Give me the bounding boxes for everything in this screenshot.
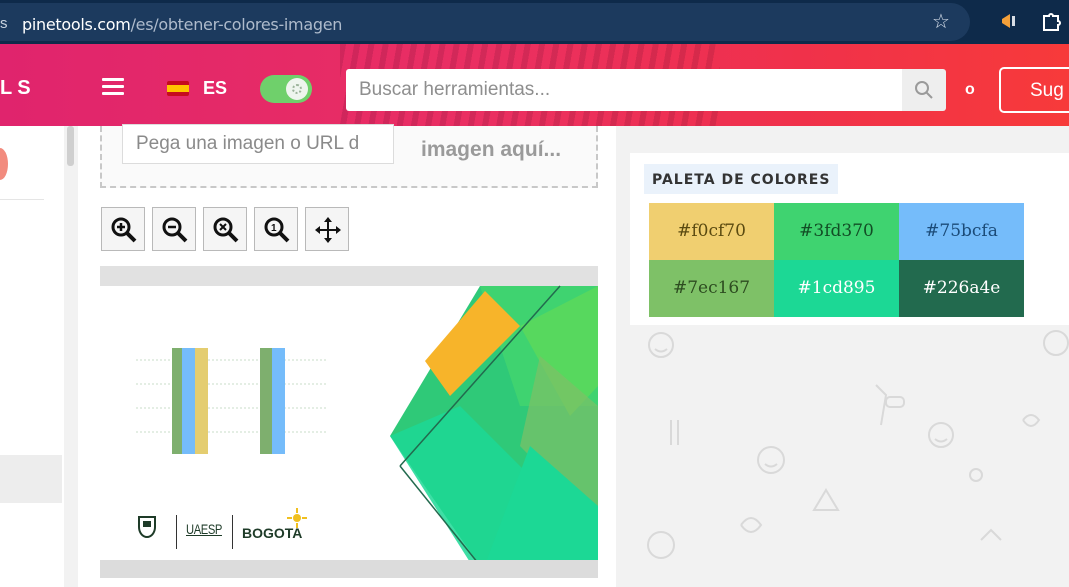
color-swatch[interactable]: #3fd370 [774, 203, 899, 260]
site-logo-fragment[interactable]: LS [0, 77, 36, 100]
image-preview[interactable] [100, 266, 598, 578]
search-input[interactable] [346, 69, 902, 111]
search-button[interactable] [902, 69, 946, 111]
bogota-shield-icon [138, 516, 156, 538]
dropzone-label: imagen aquí... [421, 138, 562, 161]
color-swatch[interactable]: #f0cf70 [649, 203, 774, 260]
stripe-group-left [136, 348, 328, 454]
extension-icon[interactable] [1000, 12, 1018, 30]
zoom-actual-button[interactable]: 1 [254, 207, 298, 251]
browser-address-bar: s pinetools.com/es/obtener-colores-image… [0, 0, 1069, 44]
zoom-reset-button[interactable] [203, 207, 247, 251]
zoom-reset-icon [213, 217, 239, 243]
color-swatch[interactable]: #226a4e [899, 260, 1024, 317]
color-swatch[interactable]: #7ec167 [649, 260, 774, 317]
star-icon[interactable]: ☆ [932, 9, 950, 34]
preview-bottom-bar [100, 560, 598, 578]
zoom-out-button[interactable] [152, 207, 196, 251]
spain-flag-icon[interactable] [167, 81, 189, 96]
svg-text:1: 1 [271, 223, 277, 234]
logo-separator [176, 515, 177, 549]
sidebar-scrollbar[interactable] [67, 126, 74, 166]
gear-icon [286, 78, 308, 100]
left-sidebar [0, 126, 64, 587]
zoom-actual-size-icon: 1 [264, 217, 290, 243]
uaesp-logo: UAESP [186, 521, 222, 537]
move-button[interactable] [305, 207, 349, 251]
color-swatch[interactable]: #1cd895 [774, 260, 899, 317]
url-domain: pinetools.com [22, 15, 131, 34]
language-selector[interactable]: ES [203, 78, 227, 99]
suggest-button[interactable]: Sug [999, 67, 1069, 113]
logo-separator [232, 515, 233, 549]
url-text[interactable]: pinetools.com/es/obtener-colores-imagen [22, 15, 342, 34]
theme-toggle[interactable] [260, 75, 312, 103]
move-icon [315, 217, 341, 243]
puzzle-icon[interactable] [1040, 10, 1062, 32]
magnifier-icon [915, 81, 933, 99]
palette-title: PALETA DE COLORES [644, 164, 839, 194]
sidebar-divider [0, 199, 44, 200]
dot-indicator: o [965, 81, 975, 98]
zoom-in-button[interactable] [101, 207, 145, 251]
url-bar[interactable]: s pinetools.com/es/obtener-colores-image… [0, 3, 970, 41]
hamburger-menu-icon[interactable] [102, 78, 124, 96]
sun-icon [287, 508, 307, 528]
sidebar-item[interactable] [0, 455, 62, 503]
site-header: LS ES o Sug [0, 44, 1069, 126]
preview-graphic [136, 285, 598, 578]
zoom-in-icon [111, 217, 137, 243]
zoom-out-icon [162, 217, 188, 243]
url-path: /es/obtener-colores-imagen [130, 15, 343, 34]
image-url-input[interactable] [122, 124, 394, 164]
color-swatch[interactable]: #75bcfa [899, 203, 1024, 260]
url-prefix-fragment: s [0, 15, 8, 32]
background-doodle-pattern [647, 330, 1069, 559]
